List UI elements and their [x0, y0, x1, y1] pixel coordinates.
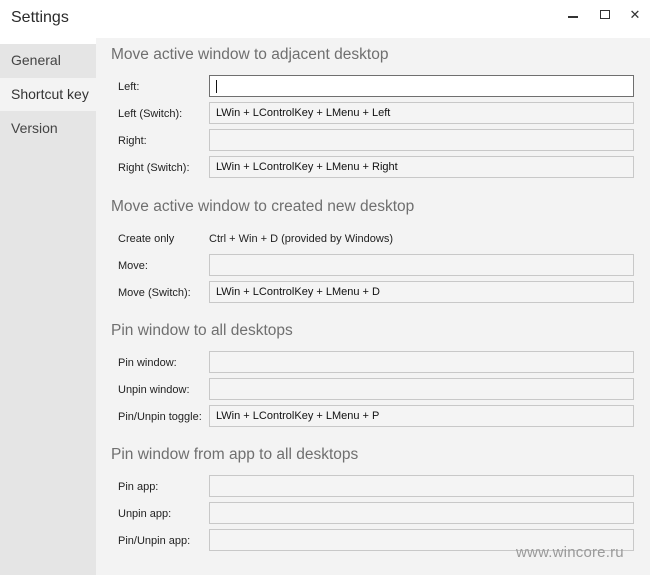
left-label: Left:	[118, 81, 140, 93]
sidebar-item-version[interactable]: Version	[0, 112, 96, 145]
window-title: Settings	[11, 9, 69, 26]
close-button[interactable]: ✕	[620, 4, 650, 24]
pin-app-shortcut-input[interactable]	[209, 475, 634, 497]
minimize-icon	[568, 16, 578, 18]
move-switch-label: Move (Switch):	[118, 287, 191, 299]
sidebar: General Shortcut key Version	[0, 44, 96, 575]
pin-window-shortcut-input[interactable]	[209, 351, 634, 373]
move-switch-shortcut-input[interactable]: LWin + LControlKey + LMenu + D	[209, 281, 634, 303]
minimize-button[interactable]	[558, 4, 588, 24]
section-title-pin-window: Pin window to all desktops	[111, 322, 293, 339]
section-title-pin-app: Pin window from app to all desktops	[111, 446, 359, 463]
create-only-value: Ctrl + Win + D (provided by Windows)	[209, 233, 393, 245]
pin-toggle-shortcut-input[interactable]: LWin + LControlKey + LMenu + P	[209, 405, 634, 427]
watermark: www.wincore.ru	[516, 544, 624, 561]
left-shortcut-input[interactable]	[209, 75, 634, 97]
pin-app-label: Pin app:	[118, 481, 159, 493]
move-shortcut-input[interactable]	[209, 254, 634, 276]
section-title-adjacent: Move active window to adjacent desktop	[111, 46, 389, 63]
text-caret	[216, 80, 217, 93]
left-switch-label: Left (Switch):	[118, 108, 183, 120]
title-bar: Settings ✕	[0, 0, 650, 38]
unpin-app-label: Unpin app:	[118, 508, 172, 520]
pin-app-toggle-label: Pin/Unpin app:	[118, 535, 191, 547]
create-only-label: Create only	[118, 233, 175, 245]
maximize-icon	[600, 9, 610, 19]
settings-content: Move active window to adjacent desktop L…	[96, 38, 650, 575]
maximize-button[interactable]	[590, 4, 620, 24]
close-icon: ✕	[629, 6, 641, 22]
left-switch-shortcut-input[interactable]: LWin + LControlKey + LMenu + Left	[209, 102, 634, 124]
sidebar-item-shortcut-key[interactable]: Shortcut key	[0, 78, 96, 111]
section-title-new-desktop: Move active window to created new deskto…	[111, 198, 415, 215]
sidebar-item-general[interactable]: General	[0, 44, 96, 77]
pin-toggle-label: Pin/Unpin toggle:	[118, 411, 202, 423]
move-label: Move:	[118, 260, 148, 272]
unpin-window-shortcut-input[interactable]	[209, 378, 634, 400]
unpin-window-label: Unpin window:	[118, 384, 190, 396]
unpin-app-shortcut-input[interactable]	[209, 502, 634, 524]
right-switch-shortcut-input[interactable]: LWin + LControlKey + LMenu + Right	[209, 156, 634, 178]
right-label: Right:	[118, 135, 147, 147]
pin-window-label: Pin window:	[118, 357, 177, 369]
right-shortcut-input[interactable]	[209, 129, 634, 151]
right-switch-label: Right (Switch):	[118, 162, 190, 174]
